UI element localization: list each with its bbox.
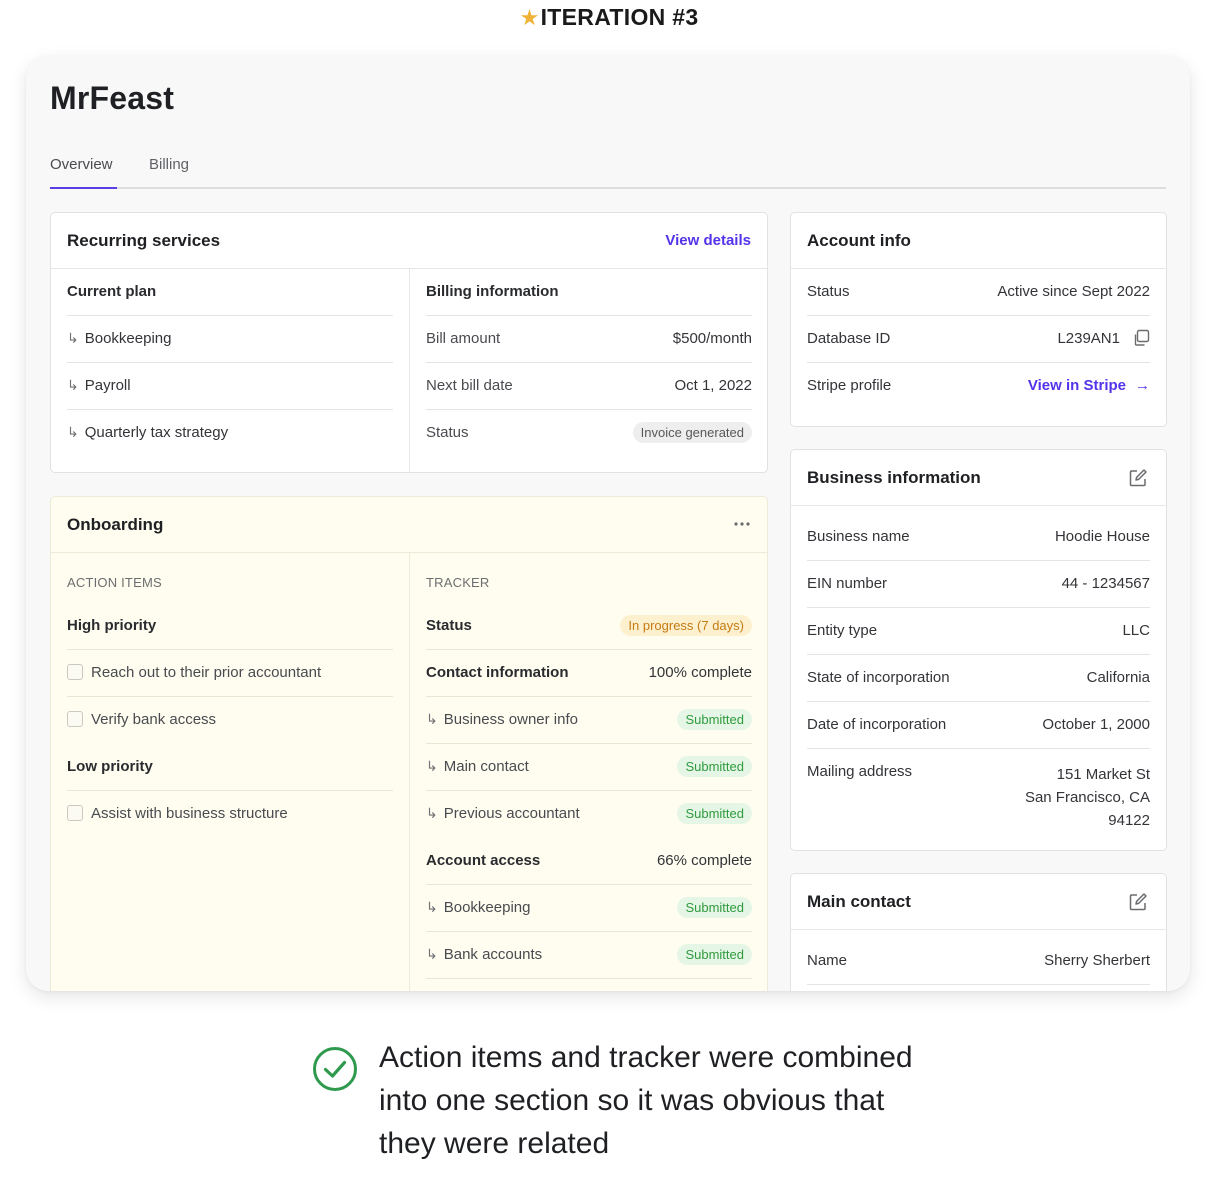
more-horizontal-icon[interactable] xyxy=(733,517,751,536)
business-info-card: Business information Business name Hoodi… xyxy=(790,449,1167,851)
card-title: Recurring services xyxy=(67,231,221,250)
recurring-services-card: Recurring services View details Current … xyxy=(50,212,768,473)
iteration-title: ★ITERATION #3 xyxy=(519,4,699,30)
plan-item: ↳ Quarterly tax strategy xyxy=(67,424,229,441)
card-title: Main contact xyxy=(807,892,911,911)
tab-billing[interactable]: Billing xyxy=(149,156,189,189)
copy-icon[interactable] xyxy=(1132,329,1150,351)
card-header: Main contact xyxy=(791,874,1166,930)
status-badge: In progress (7 days) xyxy=(620,615,752,636)
edit-icon[interactable] xyxy=(1128,468,1148,493)
action-item[interactable]: Assist with business structure xyxy=(67,791,393,838)
subitem-arrow-icon: ↳ xyxy=(426,946,438,962)
column-divider xyxy=(409,553,410,991)
business-row: Entity type LLC xyxy=(807,608,1150,655)
card-title: Business information xyxy=(807,468,981,487)
billing-row: Bill amount $500/month xyxy=(426,316,752,363)
arrow-right-icon[interactable]: → xyxy=(1135,377,1150,394)
action-item[interactable]: Verify bank access xyxy=(67,697,393,744)
high-priority-header: High priority xyxy=(67,603,393,650)
card-header: Business information xyxy=(791,450,1166,506)
star-icon: ★ xyxy=(519,5,540,30)
account-row: Database ID L239AN1 xyxy=(807,316,1150,363)
account-access-row: Account access 66% complete xyxy=(426,838,752,885)
app-window: MrFeast Overview Billing Recurring servi… xyxy=(26,56,1190,991)
page-title: MrFeast xyxy=(50,80,175,116)
address-line: 151 Market St xyxy=(1056,766,1150,783)
business-row: Business name Hoodie House xyxy=(807,514,1150,561)
tracker-status-row: Status In progress (7 days) xyxy=(426,603,752,650)
business-row: Date of incorporation October 1, 2000 xyxy=(807,702,1150,749)
card-title: Account info xyxy=(807,231,911,250)
submitted-badge: Submitted xyxy=(677,803,752,824)
contact-row: Name Sherry Sherbert xyxy=(807,938,1150,985)
card-header: Recurring services View details xyxy=(51,213,767,269)
account-row: Stripe profile View in Stripe → xyxy=(807,377,1150,394)
business-row: EIN number 44 - 1234567 xyxy=(807,561,1150,608)
subitem-arrow-icon: ↳ xyxy=(426,899,438,915)
tab-bar: Overview Billing xyxy=(50,156,1166,189)
tracker-item: ↳ Main contact Submitted xyxy=(426,744,752,791)
submitted-badge: Submitted xyxy=(677,944,752,965)
check-circle-icon xyxy=(312,1046,358,1097)
submitted-badge: Submitted xyxy=(677,756,752,777)
submitted-badge: Submitted xyxy=(677,709,752,730)
account-info-card: Account info Status Active since Sept 20… xyxy=(790,212,1167,427)
current-plan-header: Current plan xyxy=(67,269,393,316)
checkbox[interactable] xyxy=(67,664,83,680)
business-row: State of incorporation California xyxy=(807,655,1150,702)
account-row: Status Active since Sept 2022 xyxy=(807,269,1150,316)
tracker-item: ↳ Previous accountant Submitted xyxy=(426,791,752,838)
card-header: Account info xyxy=(791,213,1166,269)
column-divider xyxy=(409,269,410,472)
subitem-arrow-icon: ↳ xyxy=(67,330,79,346)
contact-info-row: Contact information 100% complete xyxy=(426,650,752,697)
edit-icon[interactable] xyxy=(1128,892,1148,917)
tracker-item: ↳ Business owner info Submitted xyxy=(426,697,752,744)
checkbox[interactable] xyxy=(67,805,83,821)
status-badge: Invoice generated xyxy=(632,422,752,443)
subitem-arrow-icon: ↳ xyxy=(426,805,438,821)
card-title: Onboarding xyxy=(67,515,164,534)
tracker-item: ↳ Bookkeeping Submitted xyxy=(426,885,752,932)
footer-message: Action items and tracker were combined i… xyxy=(379,1041,913,1160)
view-in-stripe-link[interactable]: View in Stripe xyxy=(1028,377,1126,394)
tracker-item: ↳ Bank accounts Submitted xyxy=(426,932,752,979)
subitem-arrow-icon: ↳ xyxy=(67,377,79,393)
tab-overview[interactable]: Overview xyxy=(50,156,117,189)
billing-information-header: Billing information xyxy=(426,269,752,316)
action-items-label: ACTION ITEMS xyxy=(67,575,162,590)
billing-row: Status Invoice generated xyxy=(426,410,752,457)
subitem-arrow-icon: ↳ xyxy=(426,758,438,774)
subitem-arrow-icon: ↳ xyxy=(67,424,79,440)
checkbox[interactable] xyxy=(67,711,83,727)
mailing-address-row: Mailing address 151 Market St San Franci… xyxy=(807,749,1150,839)
low-priority-header: Low priority xyxy=(67,744,393,791)
card-header: Onboarding xyxy=(51,497,767,553)
address-line: San Francisco, CA xyxy=(1024,789,1150,806)
view-details-link[interactable]: View details xyxy=(665,232,751,249)
onboarding-card: Onboarding ACTION ITEMS High priority Re… xyxy=(50,496,768,991)
tracker-label: TRACKER xyxy=(426,575,490,590)
plan-item: ↳ Payroll xyxy=(67,363,393,410)
billing-row: Next bill date Oct 1, 2022 xyxy=(426,363,752,410)
address-line: 94122 xyxy=(1108,812,1150,829)
subitem-arrow-icon: ↳ xyxy=(426,711,438,727)
main-contact-card: Main contact Name Sherry Sherbert xyxy=(790,873,1167,991)
plan-item: ↳ Bookkeeping xyxy=(67,316,393,363)
action-item[interactable]: Reach out to their prior accountant xyxy=(67,650,393,697)
submitted-badge: Submitted xyxy=(677,897,752,918)
